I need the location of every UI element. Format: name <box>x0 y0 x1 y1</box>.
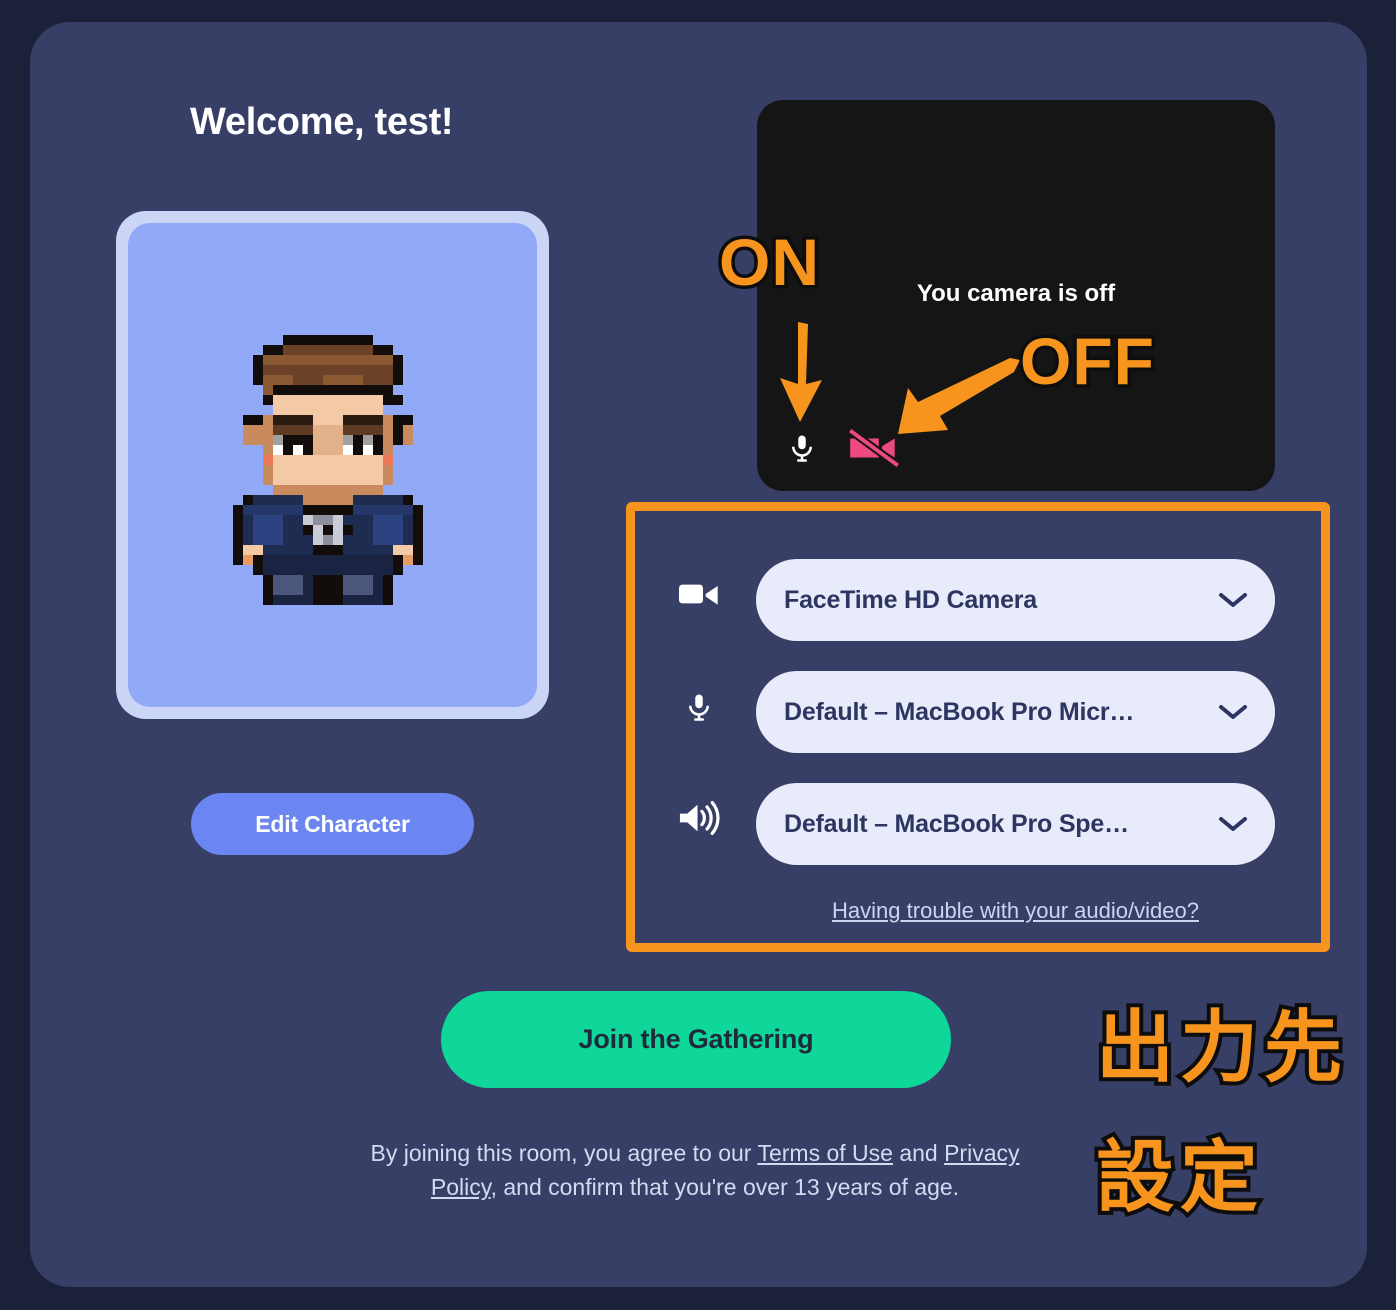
preview-controls <box>787 427 901 473</box>
camera-off-icon[interactable] <box>847 427 901 473</box>
annotation-arrow-diagonal <box>898 358 1020 434</box>
avatar <box>232 335 423 605</box>
terms-disclaimer: By joining this room, you agree to our T… <box>336 1136 1054 1204</box>
camera-status-text: You camera is off <box>916 280 1116 307</box>
avatar-card <box>116 211 549 719</box>
audio-video-help-link[interactable]: Having trouble with your audio/video? <box>756 898 1275 924</box>
annotation-jp-line1: 出力先 <box>1092 999 1349 1097</box>
avatar-background <box>128 223 537 707</box>
annotation-off-label: OFF <box>1017 321 1158 402</box>
annotation-on-label: ON <box>716 222 823 303</box>
terms-of-use-link[interactable]: Terms of Use <box>757 1140 892 1166</box>
edit-character-button[interactable]: Edit Character <box>191 793 474 855</box>
device-settings-highlight-box <box>626 502 1330 952</box>
terms-suffix: , and confirm that you're over 13 years … <box>490 1174 960 1200</box>
annotation-jp-line2: 設定 <box>1092 1129 1265 1227</box>
annotation-arrow-down <box>780 322 822 422</box>
page-title: Welcome, test! <box>190 101 454 143</box>
join-gathering-button[interactable]: Join the Gathering <box>441 991 951 1088</box>
terms-middle: and <box>892 1140 945 1166</box>
terms-prefix: By joining this room, you agree to our <box>370 1140 758 1166</box>
microphone-icon[interactable] <box>787 430 817 471</box>
